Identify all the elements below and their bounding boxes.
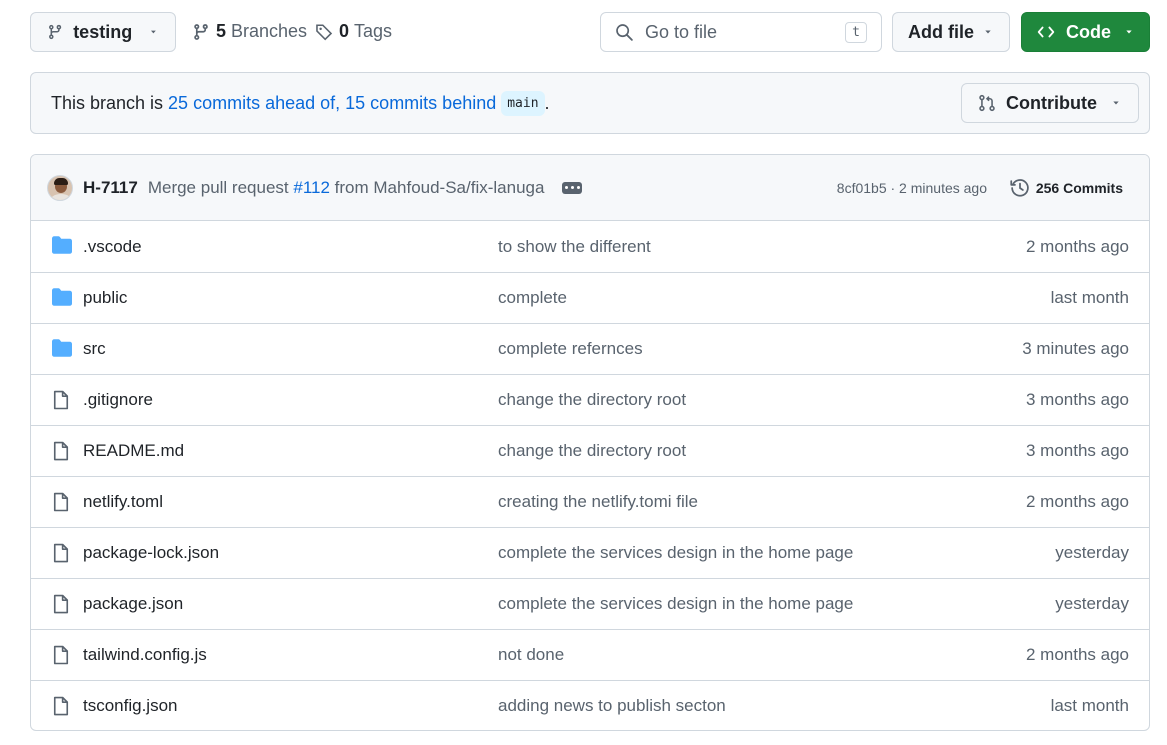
file-icon [53, 441, 69, 461]
add-file-button[interactable]: Add file [892, 12, 1010, 52]
last-commit-time: 3 minutes ago [1022, 339, 1129, 358]
branch-status-banner: This branch is 25 commits ahead of, 15 c… [30, 72, 1150, 134]
file-list: .vscode to show the different 2 months ago… [31, 221, 1149, 730]
last-commit-time: 2 months ago [1025, 492, 1129, 511]
commits-behind-link[interactable]: 15 commits behind [345, 93, 496, 114]
expand-commit-message-button[interactable] [562, 181, 583, 194]
file-row[interactable]: .vscode to show the different 2 months ago [31, 221, 1149, 272]
last-commit-message-link[interactable]: complete the services design in the home… [498, 594, 853, 614]
file-row[interactable]: package.json complete the services design… [31, 578, 1149, 629]
last-commit-message-link[interactable]: creating the netlify.tomi file [498, 492, 698, 512]
file-icon [53, 594, 69, 614]
file-row[interactable]: tsconfig.json adding news to publish sect… [31, 680, 1149, 730]
file-name-link[interactable]: netlify.toml [83, 492, 163, 512]
folder-icon [52, 236, 72, 254]
author-avatar[interactable] [47, 174, 73, 201]
file-name-link[interactable]: README.md [83, 441, 184, 461]
commit-message-suffix: from Mahfoud-Sa/fix-lanuga [334, 177, 545, 197]
file-name-link[interactable]: package-lock.json [83, 543, 219, 563]
commits-count-label: 256 Commits [1035, 179, 1123, 196]
go-to-file-search[interactable]: t [600, 12, 882, 52]
last-commit-message-link[interactable]: complete [498, 288, 567, 308]
folder-icon [52, 288, 72, 306]
pull-request-link[interactable]: #112 [293, 178, 330, 197]
last-commit-message-link[interactable]: change the directory root [498, 390, 686, 410]
file-icon [53, 390, 69, 410]
search-icon [616, 24, 633, 41]
code-button[interactable]: Code [1021, 12, 1150, 52]
tags-label: Tags [354, 21, 393, 41]
caret-down-icon [985, 30, 991, 34]
file-icon [53, 696, 69, 716]
file-icon [53, 492, 69, 512]
file-name-link[interactable]: tailwind.config.js [83, 645, 207, 665]
last-commit-message-link[interactable]: not done [498, 645, 564, 665]
latest-commit-header: H-7117 Merge pull request #112 from Mahf… [31, 155, 1149, 221]
branches-link[interactable]: 5 Branches [192, 21, 307, 42]
tags-link[interactable]: 0 Tags [315, 21, 392, 42]
last-commit-time: 3 months ago [1025, 390, 1129, 409]
branches-label: Branches [231, 21, 308, 41]
last-commit-time: yesterday [1055, 543, 1129, 562]
git-branch-icon [194, 23, 208, 40]
last-commit-message-link[interactable]: change the directory root [498, 441, 686, 461]
tag-icon [316, 23, 333, 40]
branch-selector-button[interactable]: testing [30, 12, 176, 52]
caret-down-icon [151, 30, 157, 34]
code-label: Code [1066, 21, 1111, 42]
file-row[interactable]: .gitignore change the directory root 3 mon… [31, 374, 1149, 425]
add-file-label: Add file [908, 21, 974, 42]
last-commit-message-link[interactable]: adding news to publish secton [498, 696, 726, 716]
git-pull-request-icon [979, 94, 995, 112]
file-name-link[interactable]: .vscode [83, 237, 142, 257]
commit-author[interactable]: H-7117 [83, 178, 138, 198]
commits-history-link[interactable]: 256 Commits [1010, 178, 1123, 198]
file-icon [53, 543, 69, 563]
contribute-button[interactable]: Contribute [961, 83, 1139, 123]
banner-suffix: . [544, 92, 550, 113]
banner-prefix: This branch is [51, 92, 169, 113]
tags-count: 0 [339, 21, 350, 41]
last-commit-time: last month [1050, 288, 1129, 307]
commit-message[interactable]: Merge pull request #112 from Mahfoud-Sa/… [148, 178, 545, 198]
file-row[interactable]: package-lock.json complete the services d… [31, 527, 1149, 578]
file-name-link[interactable]: public [83, 288, 127, 308]
last-commit-message-link[interactable]: complete the services design in the home… [498, 543, 853, 563]
file-row[interactable]: public complete last month [31, 272, 1149, 323]
contribute-label: Contribute [1006, 92, 1097, 113]
file-icon [53, 645, 69, 665]
commit-message-prefix: Merge pull request [147, 177, 289, 197]
folder-icon [52, 339, 72, 357]
last-commit-message-link[interactable]: complete refernces [498, 339, 643, 359]
file-name-link[interactable]: src [83, 339, 106, 359]
last-commit-time: 2 months ago [1025, 236, 1129, 256]
last-commit-time: yesterday [1055, 594, 1129, 613]
commit-sha-and-time[interactable]: 8cf01b5 · 2 minutes ago [837, 180, 987, 196]
last-commit-time: last month [1050, 696, 1129, 715]
code-icon [1037, 26, 1055, 38]
file-row[interactable]: tailwind.config.js not done 2 months ago [31, 629, 1149, 680]
last-commit-time: 3 months ago [1025, 441, 1129, 460]
file-row[interactable]: src complete refernces 3 minutes ago [31, 323, 1149, 374]
search-input[interactable] [643, 20, 833, 44]
file-name-link[interactable]: .gitignore [83, 390, 153, 410]
file-row[interactable]: netlify.toml creating the netlify.tomi fi… [31, 476, 1149, 527]
branch-name: testing [73, 21, 133, 42]
file-name-link[interactable]: tsconfig.json [83, 696, 178, 716]
last-commit-time: 2 months ago [1025, 645, 1129, 664]
git-branch-icon [49, 24, 62, 40]
file-row[interactable]: README.md change the directory root 3 mont… [31, 425, 1149, 476]
caret-down-icon [1113, 101, 1119, 105]
commits-ahead-link[interactable]: 25 commits ahead of, [168, 93, 340, 114]
keyboard-shortcut-hint: t [845, 21, 867, 43]
branches-count: 5 [216, 21, 227, 41]
file-table: H-7117 Merge pull request #112 from Mahf… [30, 154, 1150, 731]
caret-down-icon [1126, 30, 1132, 34]
base-branch-label: main [501, 90, 545, 116]
last-commit-message-link[interactable]: to show the different [498, 237, 651, 257]
history-icon [1010, 178, 1029, 197]
file-name-link[interactable]: package.json [83, 594, 183, 614]
